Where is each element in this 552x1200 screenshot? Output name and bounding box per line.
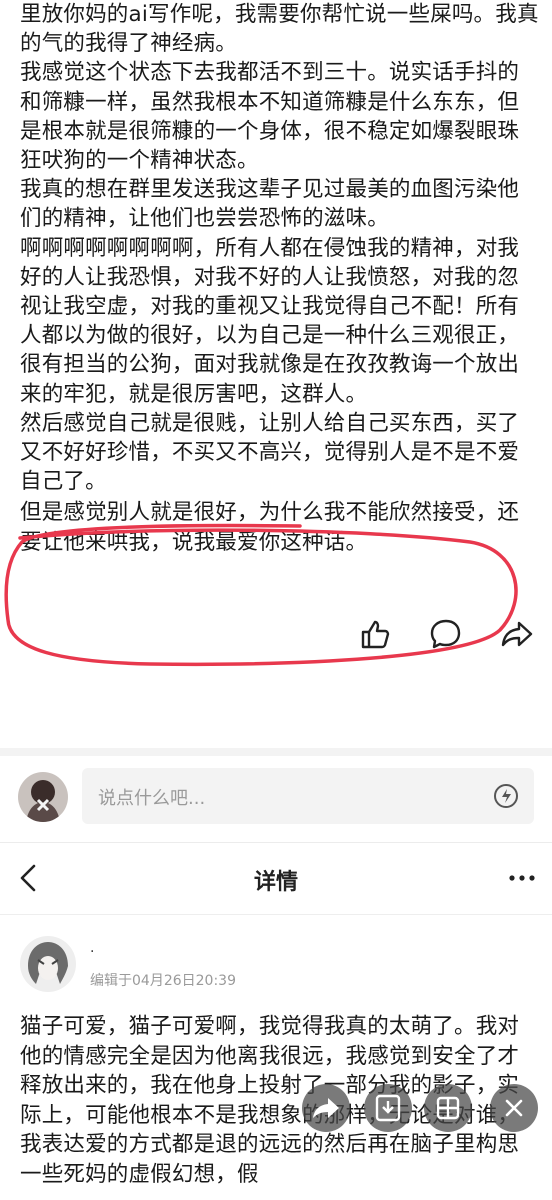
author-row: . 编辑于04月26日20:39	[0, 930, 552, 1000]
post-paragraph-highlighted: 但是感觉别人就是很好，为什么我不能欣然接受，还要让他来哄我，说我最爱你这种话。	[20, 500, 520, 555]
edit-timestamp: 编辑于04月26日20:39	[90, 973, 236, 989]
post-paragraph: 我真的想在群里发送我这辈子见过最美的血图污染他们的精神，让他们也尝尝恐怖的滋味。	[20, 177, 520, 232]
post-paragraph: 里放你妈的ai写作呢，我需要你帮忙说一些屎吗。我真的气的我得了神经病。	[20, 2, 539, 57]
detail-header: 详情	[0, 848, 552, 910]
post-paragraph: 我感觉这个状态下去我都活不到三十。说实话手抖的和筛糠一样，虽然我根本不知道筛糠是…	[20, 60, 520, 174]
comment-placeholder: 说点什么吧...	[98, 788, 206, 809]
author-avatar[interactable]	[20, 936, 76, 992]
share-icon[interactable]	[302, 1084, 350, 1132]
divider	[0, 842, 552, 843]
post-content: 里放你妈的ai写作呢，我需要你帮忙说一些屎吗。我真的气的我得了神经病。 我感觉这…	[20, 0, 540, 557]
page-title: 详情	[253, 870, 298, 895]
thumbs-up-icon[interactable]	[357, 616, 393, 652]
download-icon[interactable]	[364, 1084, 412, 1132]
author-name[interactable]: .	[90, 940, 94, 956]
post-paragraph: 然后感觉自己就是很贱，让别人给自己买东西，买了又不好好珍惜，不买又不高兴，觉得别…	[20, 410, 520, 495]
comment-bubble-icon[interactable]	[428, 616, 464, 652]
user-avatar[interactable]	[18, 772, 68, 822]
share-arrow-icon[interactable]	[499, 616, 535, 652]
comment-input[interactable]: 说点什么吧...	[82, 768, 534, 824]
post-action-bar	[0, 616, 552, 660]
grid-icon[interactable]	[424, 1084, 472, 1132]
more-icon[interactable]	[506, 866, 538, 890]
emoji-icon[interactable]	[492, 782, 520, 810]
section-divider	[0, 748, 552, 756]
comment-bar: 说点什么吧...	[0, 756, 552, 846]
post-paragraph: 啊啊啊啊啊啊啊啊，所有人都在侵蚀我的精神，对我好的人让我恐惧，对我不好的人让我愤…	[20, 235, 520, 407]
close-icon[interactable]	[490, 1084, 538, 1132]
divider	[0, 914, 552, 915]
